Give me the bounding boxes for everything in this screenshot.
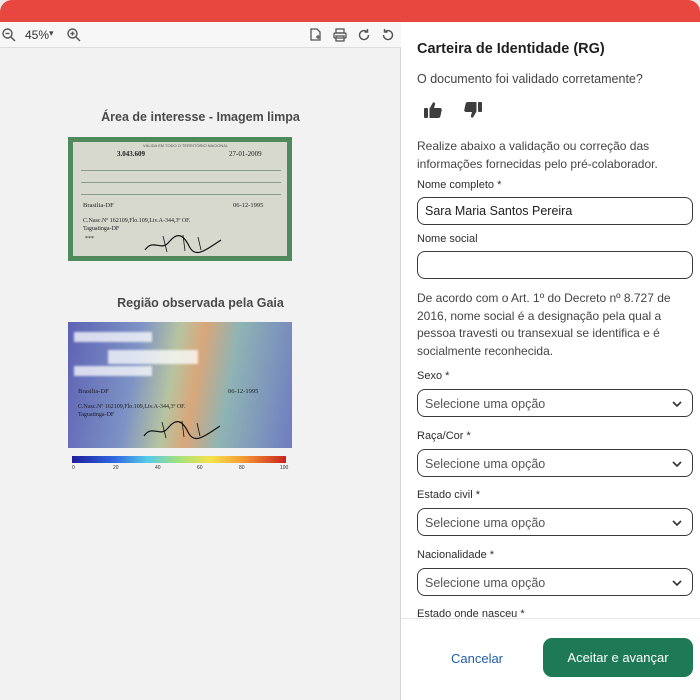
zoom-level[interactable]: 45% — [25, 28, 49, 42]
document-viewer: 45% ▾ Área de interesse - Imagem limpa V… — [0, 22, 401, 700]
estado-civil-select-value: Selecione uma opção — [425, 516, 546, 530]
cancel-button[interactable]: Cancelar — [431, 639, 523, 677]
raca-select-value: Selecione uma opção — [425, 457, 546, 471]
doc-origem-line2: Taguatinga-DF — [83, 226, 120, 232]
validity-banner: VÁLIDA EM TODO O TERRITÓRIO NACIONAL — [143, 143, 229, 148]
validation-question: O documento foi validado corretamente? — [417, 72, 643, 86]
id-card-clean-image: VÁLIDA EM TODO O TERRITÓRIO NACIONAL 3.0… — [68, 137, 292, 261]
rg-number: 3.043.609 — [117, 150, 145, 158]
colorbar-tick: 0 — [72, 465, 75, 471]
thumbs-up-icon[interactable] — [423, 100, 443, 120]
sexo-label: Sexo * — [417, 370, 450, 382]
birth-date: 06-12-1995 — [233, 202, 264, 209]
colorbar-tick: 20 — [113, 465, 119, 471]
doc-origem-line2: Taguatinga-DF — [78, 412, 115, 418]
doc-stars: *** — [85, 236, 94, 242]
add-file-icon[interactable] — [308, 27, 324, 43]
chevron-down-icon — [672, 399, 682, 409]
instructions-text: Realize abaixo a validação ou correção d… — [417, 139, 658, 171]
birth-date: 06-12-1995 — [228, 388, 259, 395]
colorbar-tick: 100 — [280, 465, 289, 471]
nacionalidade-label: Nacionalidade * — [417, 549, 495, 561]
estado-nasceu-label: Estado onde nasceu * — [417, 608, 525, 618]
issue-date: 27-01-2009 — [229, 150, 262, 158]
validation-panel: Carteira de Identidade (RG) O documento … — [401, 22, 700, 700]
accept-and-continue-button[interactable]: Aceitar e avançar — [543, 638, 693, 677]
estado-civil-select[interactable]: Selecione uma opção — [417, 508, 693, 536]
social-name-input[interactable] — [417, 251, 693, 279]
validation-form[interactable]: Carteira de Identidade (RG) O documento … — [401, 22, 700, 618]
sexo-select[interactable]: Selecione uma opção — [417, 389, 693, 417]
colorbar-tick: 40 — [155, 465, 161, 471]
raca-select[interactable]: Selecione uma opção — [417, 449, 693, 477]
viewer-toolbar: 45% ▾ — [0, 22, 401, 48]
estado-civil-label: Estado civil * — [417, 489, 480, 501]
rotate-counterclockwise-icon[interactable] — [380, 27, 396, 43]
window-top-bar — [0, 0, 700, 22]
heatmap-image-title: Região observada pela Gaia — [117, 296, 284, 310]
doc-origem-line1: C.Nasc.Nº 162109,Flo.109,Liv.A-344,3º OF… — [83, 218, 191, 224]
colorbar-tick: 60 — [197, 465, 203, 471]
raca-label: Raça/Cor * — [417, 430, 471, 442]
chevron-down-icon — [672, 578, 682, 588]
signature-icon — [144, 234, 222, 254]
nacionalidade-select-value: Selecione uma opção — [425, 576, 546, 590]
heatmap-colorbar — [72, 456, 286, 463]
signature-icon — [143, 420, 221, 440]
zoom-in-icon[interactable] — [66, 27, 82, 43]
form-footer: Cancelar Aceitar e avançar — [401, 618, 700, 700]
naturalidade-value: Brasilia-DF — [78, 388, 109, 395]
chevron-down-icon[interactable]: ▾ — [49, 28, 54, 39]
sexo-select-value: Selecione uma opção — [425, 397, 546, 411]
print-icon[interactable] — [332, 27, 348, 43]
zoom-out-icon[interactable] — [1, 27, 17, 43]
doc-origem-line1: C.Nasc.Nº 162109,Flo.109,Liv.A-344,3º OF… — [78, 404, 186, 410]
id-card-heatmap-image: Brasilia-DF 06-12-1995 C.Nasc.Nº 162109,… — [68, 322, 292, 448]
clean-image-title: Área de interesse - Imagem limpa — [101, 110, 300, 124]
chevron-down-icon — [672, 459, 682, 469]
full-name-input[interactable] — [417, 197, 693, 225]
panel-title: Carteira de Identidade (RG) — [417, 41, 605, 57]
rotate-clockwise-icon[interactable] — [356, 27, 372, 43]
naturalidade-value: Brasilia-DF — [83, 202, 114, 209]
colorbar-tick: 80 — [239, 465, 245, 471]
social-name-note: De acordo com o Art. 1º do Decreto nº 8.… — [417, 291, 671, 358]
thumbs-down-icon[interactable] — [463, 100, 483, 120]
full-name-label: Nome completo * — [417, 179, 502, 191]
nacionalidade-select[interactable]: Selecione uma opção — [417, 568, 693, 596]
social-name-label: Nome social — [417, 233, 478, 245]
chevron-down-icon — [672, 518, 682, 528]
